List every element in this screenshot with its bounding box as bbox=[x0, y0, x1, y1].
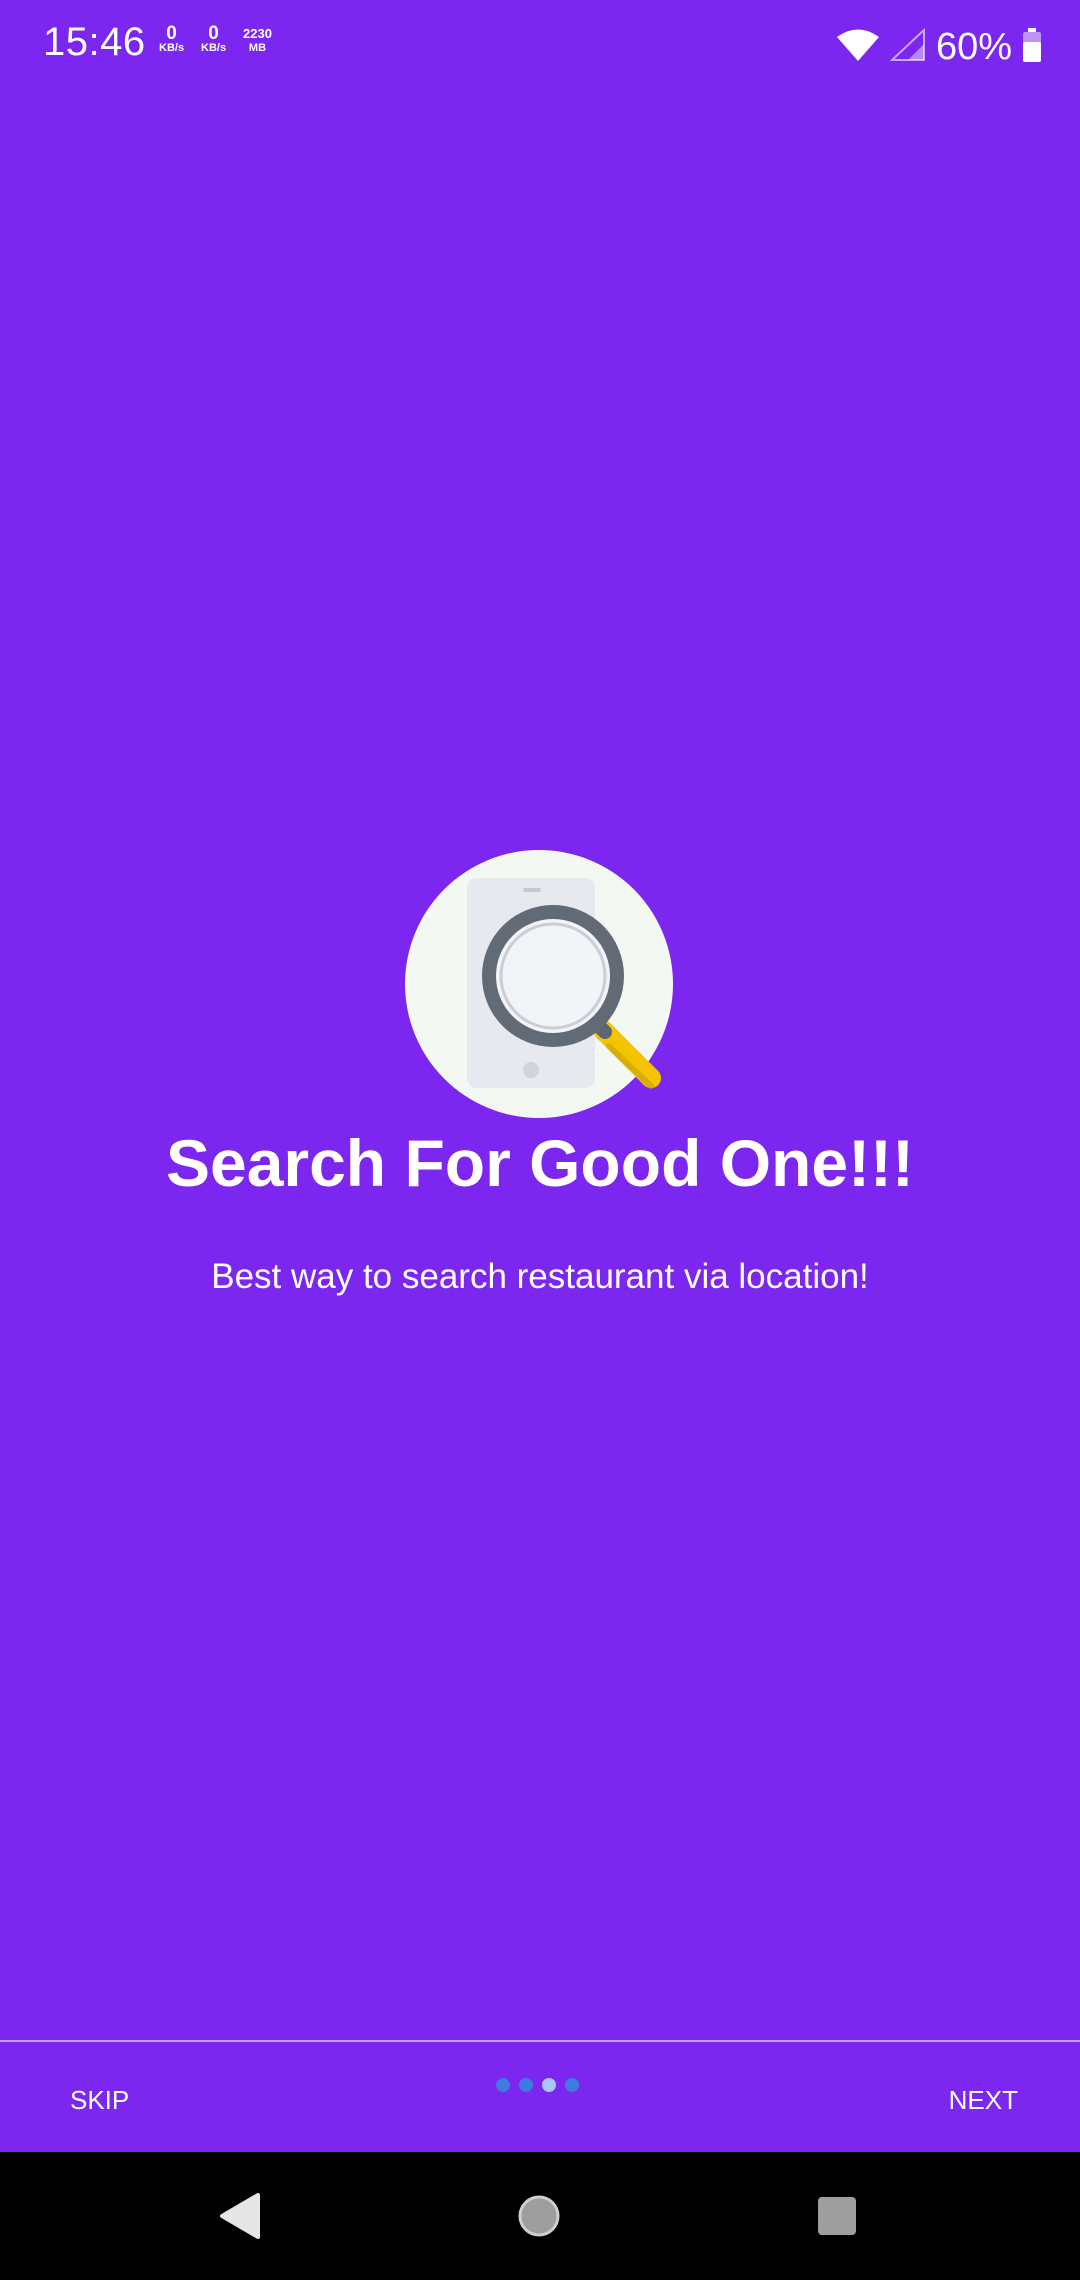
status-bar: 15:46 0 KB/s 0 KB/s 2230 MB 60% bbox=[0, 0, 1080, 92]
page-dot-4[interactable] bbox=[565, 2078, 579, 2092]
battery-icon bbox=[1022, 27, 1042, 68]
back-icon[interactable] bbox=[180, 2152, 300, 2280]
android-nav-bar bbox=[0, 2152, 1080, 2280]
page-dot-2[interactable] bbox=[519, 2078, 533, 2092]
skip-button[interactable]: SKIP bbox=[50, 2070, 149, 2130]
page-dot-3-active[interactable] bbox=[542, 2078, 556, 2092]
page-dot-1[interactable] bbox=[496, 2078, 510, 2092]
wifi-icon bbox=[836, 28, 880, 67]
battery-percent: 60% bbox=[935, 25, 1012, 68]
status-icons: 60% bbox=[836, 22, 1042, 72]
onboarding-title: Search For Good One!!! bbox=[165, 1126, 915, 1200]
recents-icon[interactable] bbox=[777, 2152, 897, 2280]
status-time: 15:46 bbox=[43, 20, 146, 64]
onboarding-subtitle: Best way to search restaurant via locati… bbox=[211, 1257, 869, 1296]
data-usage: 2230 MB bbox=[243, 26, 272, 54]
net-upload-speed: 0 KB/s bbox=[159, 23, 185, 54]
page-indicator bbox=[496, 2078, 579, 2092]
home-icon[interactable] bbox=[479, 2152, 599, 2280]
cell-signal-icon bbox=[889, 27, 926, 67]
magnifier-phone-icon bbox=[405, 850, 673, 1118]
footer-divider bbox=[0, 2040, 1080, 2042]
net-download-speed: 0 KB/s bbox=[201, 23, 227, 54]
next-button[interactable]: NEXT bbox=[929, 2070, 1038, 2130]
